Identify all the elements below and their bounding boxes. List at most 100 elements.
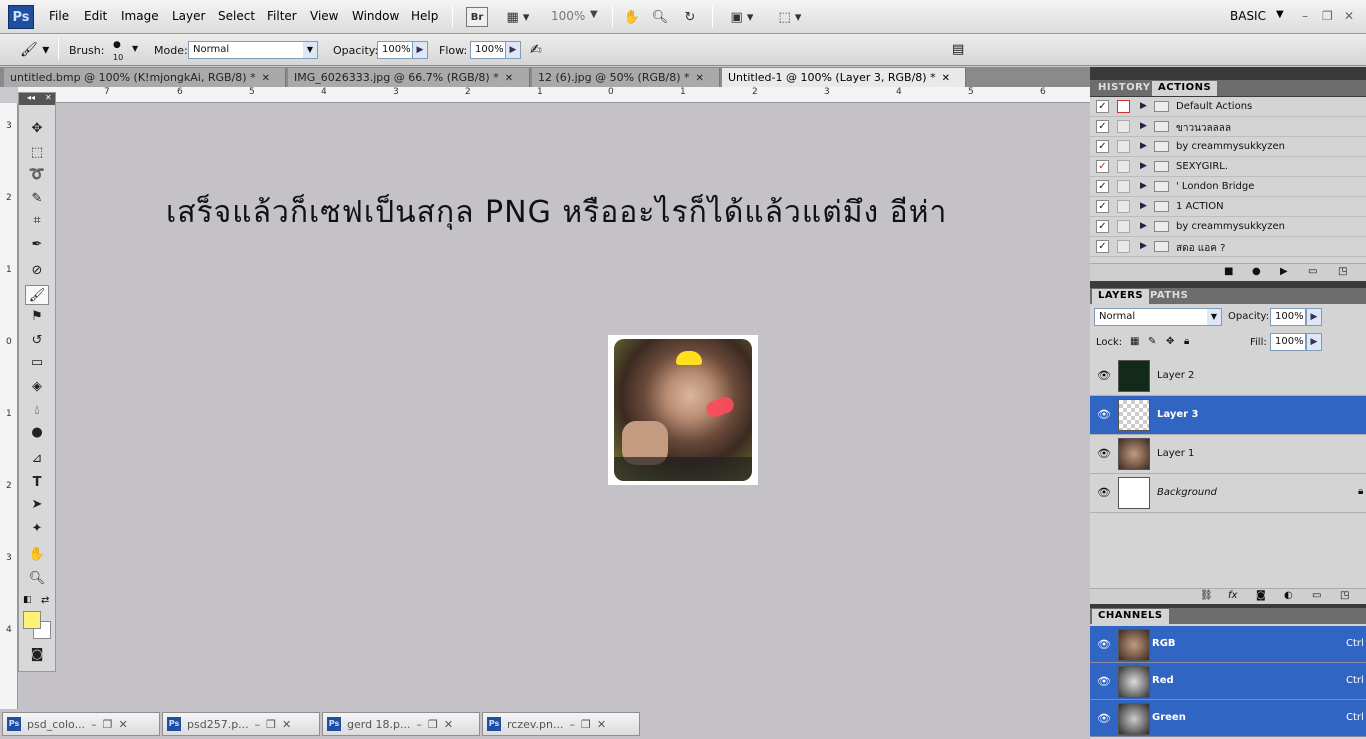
toggle-checkbox[interactable]: ✓ xyxy=(1096,100,1109,113)
eye-icon[interactable]: 👁︎ xyxy=(1097,486,1111,499)
menu-image[interactable]: Image xyxy=(121,9,159,23)
toggle-checkbox[interactable]: ✓ xyxy=(1096,200,1109,213)
lock-pixels-icon[interactable]: ✎ xyxy=(1148,336,1156,347)
eye-icon[interactable]: 👁︎ xyxy=(1097,369,1111,382)
link-icon[interactable]: ⛓ xyxy=(1200,590,1213,601)
layer-opacity-field[interactable]: 100% xyxy=(1270,308,1306,326)
list-item[interactable]: ✓ ▶ by creammysukkyzen xyxy=(1090,217,1366,237)
minimize-icon[interactable]: – xyxy=(417,718,423,731)
eraser-tool-icon[interactable]: ▭ xyxy=(25,353,49,373)
marquee-tool-icon[interactable]: ⬚ xyxy=(25,143,49,163)
expand-triangle-icon[interactable]: ▶ xyxy=(1140,141,1147,151)
list-item[interactable]: ✓ ▶ Default Actions xyxy=(1090,97,1366,117)
minimized-doc[interactable]: Ps gerd 18.p... – ❐ ✕ xyxy=(322,712,480,736)
close-icon[interactable]: ✕ xyxy=(444,718,453,731)
brush-tool-icon[interactable]: 🖌︎ xyxy=(25,285,49,305)
menu-edit[interactable]: Edit xyxy=(84,9,107,23)
restore-icon[interactable]: ❐ xyxy=(103,718,113,731)
dialog-toggle-icon[interactable] xyxy=(1117,100,1130,113)
dialog-toggle-icon[interactable] xyxy=(1117,160,1130,173)
expand-triangle-icon[interactable]: ▶ xyxy=(1140,181,1147,191)
chevron-down-icon[interactable]: ▼ xyxy=(132,44,138,53)
clone-stamp-tool-icon[interactable]: ⚑ xyxy=(25,307,49,327)
paint-bucket-tool-icon[interactable]: ◈ xyxy=(25,377,49,397)
menu-window[interactable]: Window xyxy=(352,9,399,23)
arrange-icon[interactable]: ▣ ▾ xyxy=(724,7,760,27)
tab-channels[interactable]: CHANNELS xyxy=(1092,609,1169,624)
mask-icon[interactable]: ◙ xyxy=(1256,590,1266,601)
channel-row[interactable]: 👁︎ Red Ctrl xyxy=(1090,663,1366,700)
path-select-tool-icon[interactable]: ➤ xyxy=(25,495,49,515)
blend-mode-select[interactable]: Normal ▼ xyxy=(1094,308,1222,326)
dialog-toggle-icon[interactable] xyxy=(1117,120,1130,133)
flow-flyout-icon[interactable]: ▶ xyxy=(505,41,521,59)
zoom-icon[interactable]: 🔍︎ xyxy=(650,7,670,27)
menu-help[interactable]: Help xyxy=(411,9,438,23)
quick-mask-icon[interactable]: ◙ xyxy=(25,645,49,665)
toggle-checkbox[interactable]: ✓ xyxy=(1096,180,1109,193)
expand-triangle-icon[interactable]: ▶ xyxy=(1140,201,1147,211)
expand-triangle-icon[interactable]: ▶ xyxy=(1140,121,1147,131)
screen-icon[interactable]: ⬚ ▾ xyxy=(772,7,808,27)
fill-flyout-icon[interactable]: ▶ xyxy=(1306,333,1322,351)
tab-12-6[interactable]: 12 (6).jpg @ 50% (RGB/8) * ✕ xyxy=(532,68,720,87)
eye-icon[interactable]: 👁︎ xyxy=(1097,712,1111,725)
minimized-doc[interactable]: Ps psd257.p... – ❐ ✕ xyxy=(162,712,320,736)
close-icon[interactable]: ✕ xyxy=(282,718,291,731)
dialog-toggle-icon[interactable] xyxy=(1117,180,1130,193)
toggle-checkbox[interactable]: ✓ xyxy=(1096,140,1109,153)
minimize-icon[interactable]: – xyxy=(91,718,97,731)
expand-triangle-icon[interactable]: ▶ xyxy=(1140,101,1147,111)
menu-filter[interactable]: Filter xyxy=(267,9,297,23)
new-layer-icon[interactable]: ◳ xyxy=(1340,590,1349,601)
menu-file[interactable]: File xyxy=(49,9,69,23)
blur-tool-icon[interactable]: 💧︎ xyxy=(25,401,49,421)
eyedropper-tool-icon[interactable]: ✒ xyxy=(25,235,49,255)
crop-tool-icon[interactable]: ⌗ xyxy=(25,211,49,231)
record-icon[interactable]: ● xyxy=(1252,266,1261,277)
chevron-down-icon[interactable]: ▼ xyxy=(590,9,598,20)
menu-layer[interactable]: Layer xyxy=(172,9,205,23)
close-icon[interactable]: ✕ xyxy=(262,73,270,84)
vertical-ruler[interactable]: 3 2 1 0 1 2 3 4 xyxy=(0,103,18,709)
toggle-checkbox[interactable]: ✓ xyxy=(1096,120,1109,133)
restore-icon[interactable]: ❐ xyxy=(1322,9,1333,23)
dialog-toggle-icon[interactable] xyxy=(1117,240,1130,253)
play-icon[interactable]: ▶ xyxy=(1280,266,1288,277)
hand-icon[interactable]: ✋ xyxy=(622,7,642,27)
list-item[interactable]: ✓ ▶ สดอ แอค ? xyxy=(1090,237,1366,257)
tools-panel-header[interactable]: ◂◂ ✕ xyxy=(19,93,55,105)
minimize-icon[interactable]: – xyxy=(255,718,261,731)
bridge-icon[interactable]: Br xyxy=(466,7,488,27)
zoom-tool-icon[interactable]: 🔍︎ xyxy=(25,569,49,589)
list-item[interactable]: ✓ ▶ ขาวนวลลลล xyxy=(1090,117,1366,137)
foreground-color-swatch[interactable] xyxy=(23,611,41,629)
close-icon[interactable]: ✕ xyxy=(118,718,127,731)
lock-all-icon[interactable]: 🔒︎ xyxy=(1184,336,1189,347)
swap-colors-icon[interactable]: ⇄ xyxy=(41,595,49,606)
tab-img-6026333[interactable]: IMG_6026333.jpg @ 66.7% (RGB/8) * ✕ xyxy=(288,68,530,87)
layer-row[interactable]: 👁︎ Background 🔒︎ xyxy=(1090,474,1366,513)
close-icon[interactable]: ✕ xyxy=(597,718,606,731)
toggle-checkbox[interactable]: ✓ xyxy=(1096,160,1109,173)
mode-select[interactable]: Normal ▼ xyxy=(188,41,318,59)
tab-history[interactable]: HISTORY xyxy=(1092,81,1157,96)
close-icon[interactable]: ✕ xyxy=(505,73,513,84)
minimize-icon[interactable]: – xyxy=(1302,9,1308,23)
lock-transparency-icon[interactable]: ▦ xyxy=(1130,336,1139,347)
lasso-tool-icon[interactable]: ➰ xyxy=(25,165,49,185)
zoom-level[interactable]: 100% xyxy=(551,9,585,23)
restore-icon[interactable]: ❐ xyxy=(266,718,276,731)
default-colors-icon[interactable]: ◧ xyxy=(23,595,32,605)
flow-field[interactable]: 100% xyxy=(470,41,506,59)
adjustment-icon[interactable]: ◐ xyxy=(1284,590,1293,601)
minimized-doc[interactable]: Ps psd_colo... – ❐ ✕ xyxy=(2,712,160,736)
rotate-icon[interactable]: ↻ xyxy=(680,7,700,27)
opacity-field[interactable]: 100% xyxy=(377,41,413,59)
history-brush-tool-icon[interactable]: ↺ xyxy=(25,331,49,351)
opacity-flyout-icon[interactable]: ▶ xyxy=(412,41,428,59)
eye-icon[interactable]: 👁︎ xyxy=(1097,638,1111,651)
hand-tool-icon[interactable]: ✋ xyxy=(25,545,49,565)
new-action-icon[interactable]: ◳ xyxy=(1338,266,1347,277)
close-icon[interactable]: ✕ xyxy=(942,73,950,84)
